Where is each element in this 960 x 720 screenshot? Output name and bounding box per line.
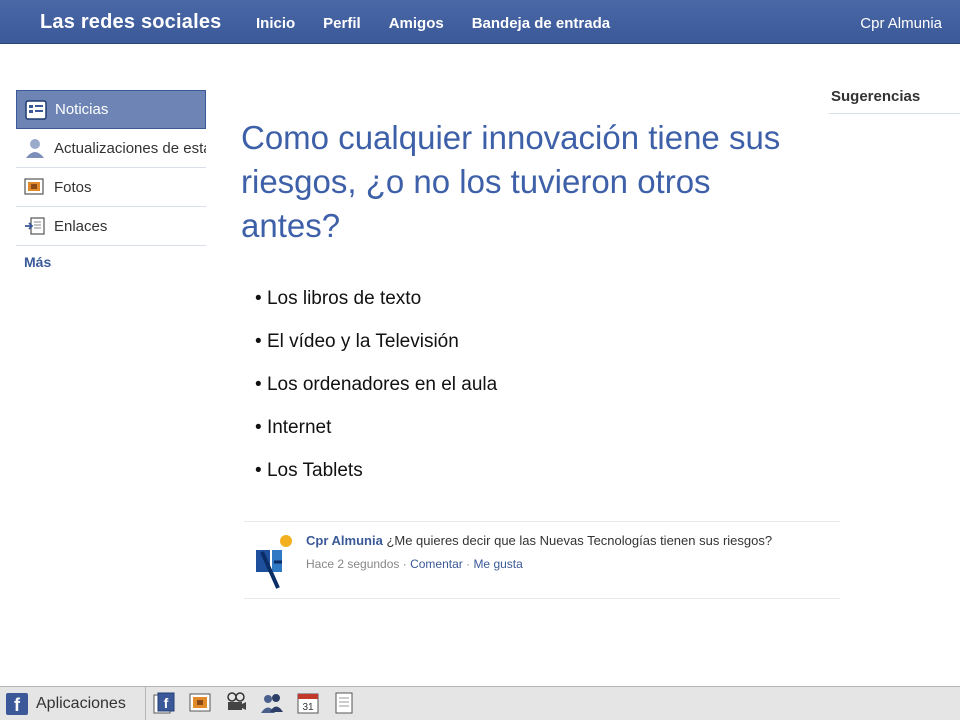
news-feed-icon	[25, 99, 47, 120]
app-dock: f 31	[152, 691, 356, 715]
svg-text:f: f	[164, 695, 169, 711]
list-item: Los Tablets	[255, 456, 497, 499]
page-title: Como cualquier innovación tiene sus ries…	[241, 119, 781, 244]
status-post: Cpr Almunia ¿Me quieres decir que las Nu…	[244, 521, 840, 599]
notes-icon[interactable]	[332, 691, 356, 715]
sidebar-item-fotos[interactable]: Fotos	[16, 168, 206, 207]
sidebar-item-noticias[interactable]: Noticias	[16, 90, 206, 129]
left-sidebar: Noticias Actualizaciones de estado Fotos…	[16, 90, 206, 270]
calendar-day: 31	[302, 702, 314, 713]
photos-icon[interactable]	[188, 691, 212, 715]
top-bar: Las redes sociales Inicio Perfil Amigos …	[0, 0, 960, 44]
post-body: ¿Me quieres decir que las Nuevas Tecnolo…	[386, 533, 773, 548]
comment-link[interactable]: Comentar	[410, 557, 463, 571]
list-item: Los ordenadores en el aula	[255, 370, 497, 413]
sidebar-item-actualizaciones[interactable]: Actualizaciones de estado	[16, 129, 206, 168]
sidebar-item-enlaces[interactable]: Enlaces	[16, 207, 206, 246]
nav-bandeja-de-entrada[interactable]: Bandeja de entrada	[472, 15, 610, 32]
calendar-icon[interactable]: 31	[296, 691, 320, 715]
groups-icon[interactable]	[260, 691, 284, 715]
sidebar-item-label: Actualizaciones de estado	[54, 139, 206, 157]
bottom-bar: f Aplicaciones f 31	[0, 686, 960, 720]
applications-button[interactable]: f Aplicaciones	[0, 687, 146, 720]
post-message: Cpr Almunia ¿Me quieres decir que las Nu…	[306, 533, 772, 548]
applications-label: Aplicaciones	[36, 694, 126, 712]
nav-amigos[interactable]: Amigos	[389, 15, 444, 32]
list-item: Los libros de texto	[255, 284, 497, 327]
video-camera-icon[interactable]	[224, 691, 248, 715]
brand-title[interactable]: Las redes sociales	[40, 11, 222, 34]
nav-perfil[interactable]: Perfil	[323, 15, 361, 32]
post-time: Hace 2 segundos	[306, 557, 400, 571]
nav-inicio[interactable]: Inicio	[256, 15, 295, 32]
sidebar-item-label: Noticias	[55, 101, 109, 118]
facebook-pages-icon[interactable]: f	[152, 691, 176, 715]
bullet-list: Los libros de texto El vídeo y la Televi…	[255, 284, 497, 499]
sidebar-more-link[interactable]: Más	[16, 246, 206, 270]
sidebar-item-label: Fotos	[54, 178, 92, 196]
facebook-logo-icon: f	[6, 692, 28, 715]
list-item: El vídeo y la Televisión	[255, 327, 497, 370]
person-icon	[26, 139, 44, 158]
links-icon	[25, 217, 45, 235]
suggestions-heading: Sugerencias	[829, 84, 960, 114]
user-name[interactable]: Cpr Almunia	[860, 15, 942, 32]
cpr-logo-icon[interactable]	[252, 532, 296, 592]
like-link[interactable]: Me gusta	[473, 557, 522, 571]
post-author[interactable]: Cpr Almunia	[306, 533, 383, 548]
sidebar-item-label: Enlaces	[54, 217, 108, 235]
meta-separator: ·	[462, 557, 474, 571]
list-item: Internet	[255, 413, 497, 456]
meta-separator: ·	[399, 557, 411, 571]
photos-icon	[24, 178, 44, 195]
top-nav: Inicio Perfil Amigos Bandeja de entrada	[256, 15, 638, 32]
post-meta: Hace 2 segundos · Comentar · Me gusta	[306, 557, 523, 571]
